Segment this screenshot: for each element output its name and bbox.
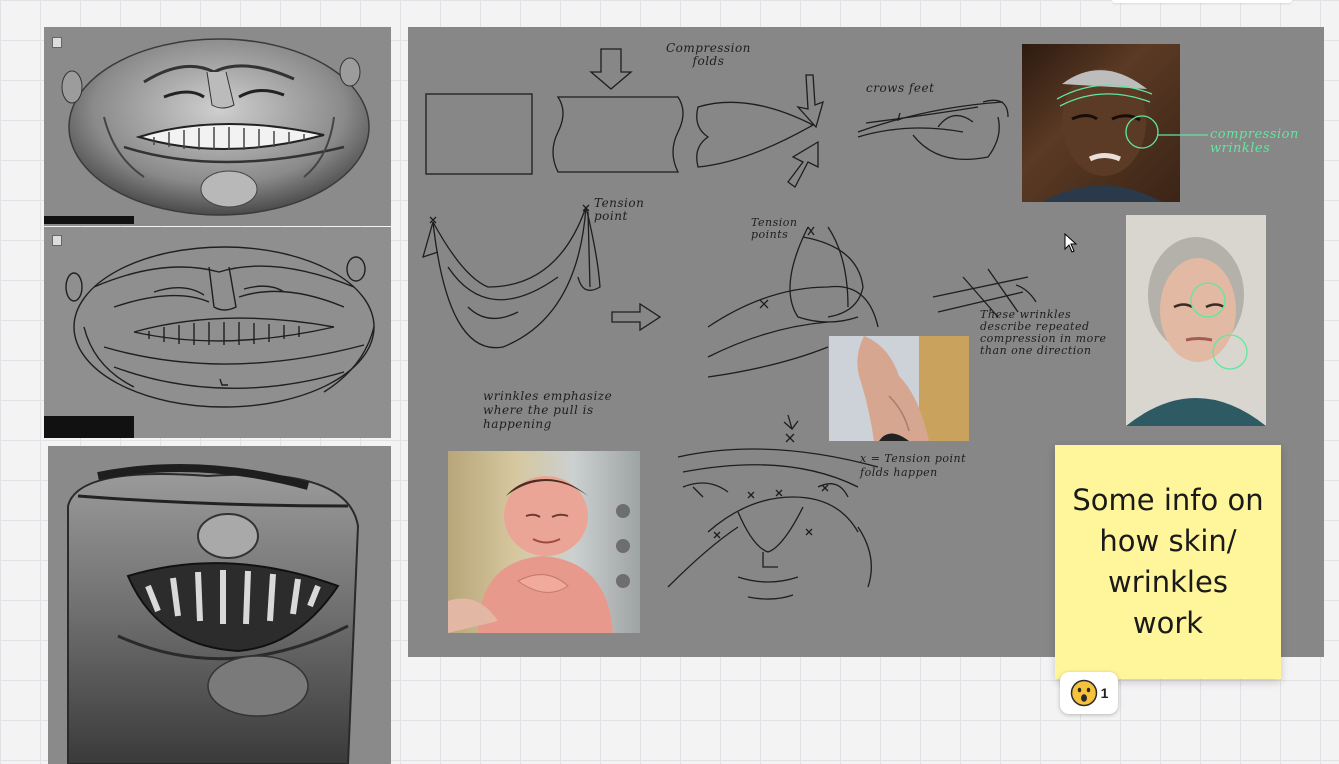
top-toolbar-edge — [1112, 0, 1292, 3]
sculpt-lineart[interactable] — [44, 227, 391, 438]
annotation-compression-folds: Compression folds — [666, 41, 751, 68]
surprised-face-icon — [1070, 679, 1097, 707]
photo-old-woman[interactable] — [1126, 215, 1266, 426]
sticky-note-text: Some info on how skin/ wrinkles work — [1072, 483, 1264, 640]
newborn-photo — [448, 476, 630, 633]
reaction-count: 1 — [1100, 685, 1109, 701]
old-woman-portrait — [1126, 237, 1266, 426]
sculpt-render-shaded[interactable] — [44, 27, 391, 226]
photo-old-man[interactable] — [1022, 44, 1180, 202]
lineart-head-drawing — [65, 246, 375, 408]
annotation-wrinkles-emphasize: wrinkles emphasize where the pull is hap… — [483, 389, 613, 431]
black-bar — [44, 216, 134, 224]
frame-tag — [52, 235, 62, 246]
annotation-these-wrinkles: These wrinkles describe repeated compres… — [980, 308, 1107, 358]
annotation-crows-feet: crows feet — [866, 81, 935, 95]
annotation-compression-wrinkles: compression wrinkles — [1210, 127, 1299, 156]
cursor-arrow-icon — [1064, 233, 1078, 253]
frame-tag — [52, 37, 62, 48]
shaded-head-drawing — [61, 38, 370, 216]
annotation-tension-points: Tension points — [751, 216, 798, 241]
reaction-badge[interactable]: 1 — [1060, 672, 1118, 714]
photo-woman-neck[interactable] — [829, 336, 969, 441]
grin-head-drawing — [67, 464, 360, 764]
black-bar — [44, 416, 134, 438]
sticky-note[interactable]: Some info on how skin/ wrinkles work — [1055, 445, 1281, 679]
old-man-portrait — [1042, 68, 1162, 202]
photo-newborn[interactable] — [448, 451, 640, 633]
annotation-tension-point: Tension point — [594, 196, 645, 223]
sculpt-render-grin[interactable] — [48, 446, 391, 764]
woman-neck-photo — [857, 336, 969, 441]
annotation-x-tension-point: x = Tension point folds happen — [860, 452, 967, 480]
